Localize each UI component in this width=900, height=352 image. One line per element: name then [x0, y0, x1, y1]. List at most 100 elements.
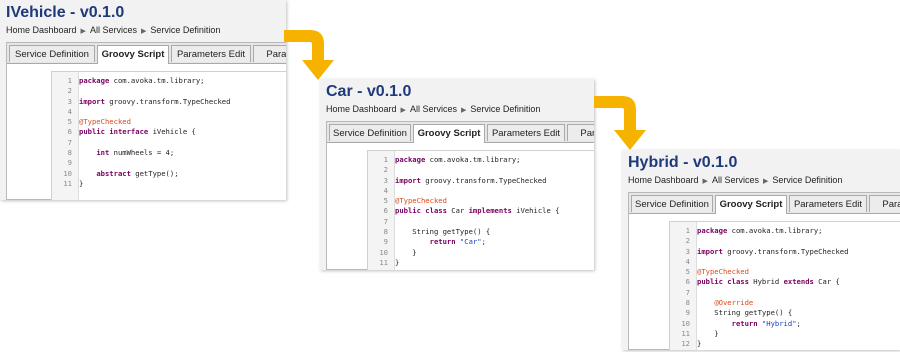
code-token: @Override [714, 298, 754, 308]
breadcrumb-all-services[interactable]: All Services [410, 104, 457, 114]
breadcrumb-service-definition[interactable]: Service Definition [470, 104, 540, 114]
line-number: 7 [383, 216, 388, 226]
code-token: return [731, 318, 758, 328]
line-number: 3 [67, 96, 72, 106]
hybrid-panel: Hybrid - v0.1.0 Home Dashboard ▶ All Servi… [622, 150, 900, 350]
line-number: 8 [685, 298, 690, 308]
code-line: 11 } [670, 329, 900, 339]
code-line: 5 @TypeChecked [670, 267, 900, 277]
line-number: 12 [681, 339, 690, 349]
car-panel: Car - v0.1.0 Home Dashboard ▶ All Services… [320, 79, 594, 270]
breadcrumb-all-services[interactable]: All Services [712, 175, 759, 185]
tab-parameters-edit[interactable]: Parameters Edit [171, 45, 251, 62]
breadcrumb-service-definition[interactable]: Service Definition [150, 25, 220, 35]
code-token: extends [783, 277, 814, 287]
code-lines: 1 package com.avoka.tm.library; 2 3 import g… [52, 76, 286, 189]
line-number: 4 [67, 106, 72, 116]
line-number: 6 [67, 127, 72, 137]
tab-groovy-script[interactable]: Groovy Script [413, 124, 485, 143]
code-line: 3 import groovy.transform.TypeChecked [670, 247, 900, 257]
tab-service-definition[interactable]: Service Definition [9, 45, 95, 62]
code-line: 4 [368, 186, 594, 196]
code-line: 10 return "Hybrid"; [670, 319, 900, 329]
code-token: Car { [813, 277, 840, 287]
breadcrumb-home-dashboard[interactable]: Home Dashboard [6, 25, 77, 35]
line-number: 11 [681, 328, 690, 338]
line-number: 5 [685, 267, 690, 277]
tab-groovy-script[interactable]: Groovy Script [715, 195, 787, 214]
code-token: public class [395, 206, 447, 216]
breadcrumb-service-definition[interactable]: Service Definition [772, 175, 842, 185]
flow-arrow-icon [594, 96, 646, 150]
line-number: 7 [685, 287, 690, 297]
code-token: return [429, 237, 456, 247]
code-line: 7 [670, 288, 900, 298]
breadcrumb-home-dashboard[interactable]: Home Dashboard [326, 104, 397, 114]
line-number: 3 [383, 175, 388, 185]
tab-bar: Service Definition Groovy Script Paramet… [7, 43, 286, 64]
tab-service-definition[interactable]: Service Definition [329, 124, 411, 141]
code-token: String getType() { [395, 227, 491, 237]
tab-groovy-script[interactable]: Groovy Script [97, 45, 169, 64]
code-line: 1 package com.avoka.tm.library; [368, 155, 594, 165]
code-editor[interactable]: 1 package com.avoka.tm.library; 2 3 import g… [367, 150, 594, 270]
page-title: Car - v0.1.0 [326, 83, 412, 100]
line-number: 1 [67, 76, 72, 85]
code-editor[interactable]: 1 package com.avoka.tm.library; 2 3 import g… [51, 71, 286, 200]
code-line: 2 [368, 165, 594, 175]
code-token: public class [697, 277, 749, 287]
line-number: 5 [383, 196, 388, 206]
code-line: 6 public interface iVehicle { [52, 127, 286, 137]
code-line: 2 [52, 86, 286, 96]
line-number: 5 [67, 117, 72, 127]
code-line: 4 [670, 257, 900, 267]
code-token: } [697, 328, 719, 338]
code-token: abstract [96, 168, 131, 178]
line-number: 8 [67, 148, 72, 158]
tab-parameters-truncated[interactable]: Parame [567, 124, 594, 141]
code-line: 1 package com.avoka.tm.library; [52, 76, 286, 86]
code-token: Car [446, 206, 469, 216]
code-lines: 1 package com.avoka.tm.library; 2 3 import g… [670, 226, 900, 350]
code-token: getType(); [130, 168, 179, 178]
breadcrumb-home-dashboard[interactable]: Home Dashboard [628, 175, 699, 185]
code-token: implements [468, 206, 512, 216]
code-line: 9 String getType() { [670, 308, 900, 318]
code-token: groovy.transform.TypeChecked [420, 175, 547, 185]
breadcrumb-all-services[interactable]: All Services [90, 25, 137, 35]
code-line: 7 [52, 138, 286, 148]
code-line: 4 [52, 107, 286, 117]
breadcrumb-separator-icon: ▶ [460, 107, 467, 114]
code-line: 9 [52, 158, 286, 168]
line-number: 1 [383, 155, 388, 164]
tab-panel: Service Definition Groovy Script Paramet… [326, 121, 594, 270]
code-line: 3 import groovy.transform.TypeChecked [52, 97, 286, 107]
tab-bar: Service Definition Groovy Script Paramet… [327, 122, 594, 143]
tab-parameters-truncated[interactable]: Parame [869, 195, 900, 212]
line-number: 9 [685, 308, 690, 318]
breadcrumb: Home Dashboard ▶ All Services ▶ Service Defi… [628, 175, 842, 185]
code-token: int [96, 148, 110, 158]
code-token: @TypeChecked [697, 267, 749, 277]
line-number: 10 [379, 247, 388, 257]
tab-bar: Service Definition Groovy Script Paramet… [629, 193, 900, 214]
code-line: 8 @Override [670, 298, 900, 308]
tab-parameters-edit[interactable]: Parameters Edit [487, 124, 565, 141]
code-token: } [395, 247, 417, 257]
line-number: 6 [685, 277, 690, 287]
line-number: 4 [685, 256, 690, 266]
line-number: 3 [685, 246, 690, 256]
line-number: 9 [383, 237, 388, 247]
line-number: 10 [63, 168, 72, 178]
code-token: } [395, 257, 400, 267]
code-editor[interactable]: 1 package com.avoka.tm.library; 2 3 import g… [669, 221, 900, 350]
code-token: groovy.transform.TypeChecked [104, 96, 231, 106]
tab-service-definition[interactable]: Service Definition [631, 195, 713, 212]
code-token: @TypeChecked [395, 196, 447, 206]
line-number: 7 [67, 137, 72, 147]
tab-parameters-edit[interactable]: Parameters Edit [789, 195, 867, 212]
code-line: 8 int numWheels = 4; [52, 148, 286, 158]
